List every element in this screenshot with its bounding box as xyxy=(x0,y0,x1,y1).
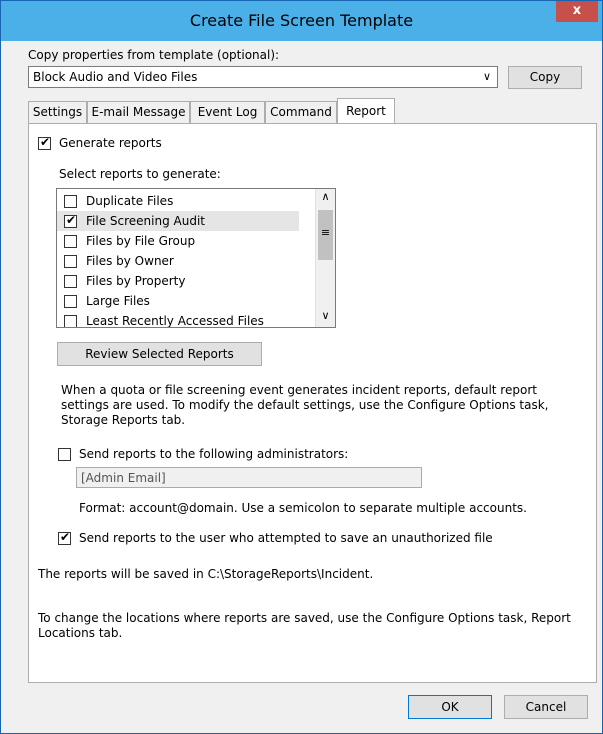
template-label: Copy properties from template (optional)… xyxy=(28,48,280,62)
generate-reports-label: Generate reports xyxy=(59,136,162,150)
scroll-thumb[interactable]: ≡ xyxy=(318,210,333,260)
tab-settings[interactable]: Settings xyxy=(28,101,87,123)
saved-location-text: The reports will be saved in C:\StorageR… xyxy=(38,567,374,581)
generate-reports-checkbox[interactable]: ✔ xyxy=(38,135,51,150)
report-checkbox[interactable] xyxy=(64,315,77,327)
reports-listbox[interactable]: Duplicate Files ✔ File Screening Audit F… xyxy=(56,188,336,328)
admin-email-input[interactable] xyxy=(77,468,421,487)
select-reports-label: Select reports to generate: xyxy=(59,167,221,181)
list-item[interactable]: Files by Property xyxy=(57,271,299,291)
dialog-window: Create File Screen Template x Copy prope… xyxy=(0,0,603,734)
close-button[interactable]: x xyxy=(556,1,598,22)
template-combobox-value: Block Audio and Video Files xyxy=(33,70,198,84)
admin-email-field[interactable] xyxy=(76,467,422,488)
scroll-up-icon[interactable]: ∧ xyxy=(316,190,335,207)
tab-email-message[interactable]: E-mail Message xyxy=(87,101,190,123)
send-user-checkbox[interactable]: ✔ xyxy=(58,530,71,545)
checkmark-icon: ✔ xyxy=(40,135,51,149)
title-bar[interactable]: Create File Screen Template x xyxy=(1,1,602,41)
send-admins-checkbox[interactable] xyxy=(58,448,71,461)
report-checkbox[interactable] xyxy=(64,195,77,208)
report-checkbox[interactable] xyxy=(64,235,77,248)
checkmark-icon: ✔ xyxy=(66,213,77,227)
scroll-down-icon[interactable]: ∨ xyxy=(316,309,335,326)
change-location-line1: To change the locations where reports ar… xyxy=(38,611,571,625)
tab-event-log[interactable]: Event Log xyxy=(190,101,265,123)
send-user-label: Send reports to the user who attempted t… xyxy=(79,531,493,545)
info-text-line2: settings are used. To modify the default… xyxy=(61,398,549,412)
report-checkbox[interactable]: ✔ xyxy=(64,213,77,228)
list-item[interactable]: Files by Owner xyxy=(57,251,299,271)
ok-button[interactable]: OK xyxy=(408,695,492,719)
report-checkbox[interactable] xyxy=(64,295,77,308)
info-text-line1: When a quota or file screening event gen… xyxy=(61,383,537,397)
list-item[interactable]: Files by File Group xyxy=(57,231,299,251)
report-checkbox[interactable] xyxy=(64,275,77,288)
report-label: Files by Property xyxy=(86,274,186,288)
window-title: Create File Screen Template xyxy=(189,11,414,30)
list-item[interactable]: ✔ File Screening Audit xyxy=(57,211,299,231)
chevron-down-icon[interactable]: ∨ xyxy=(483,70,491,83)
cancel-button[interactable]: Cancel xyxy=(504,695,588,719)
report-label: Large Files xyxy=(86,294,150,308)
report-label: Files by Owner xyxy=(86,254,174,268)
list-item[interactable]: Large Files xyxy=(57,291,299,311)
review-selected-reports-button[interactable]: Review Selected Reports xyxy=(57,342,262,366)
list-item[interactable]: Duplicate Files xyxy=(57,191,299,211)
copy-button[interactable]: Copy xyxy=(508,66,582,89)
info-text-line3: Storage Reports tab. xyxy=(61,413,186,427)
report-checkbox[interactable] xyxy=(64,255,77,268)
report-label: Duplicate Files xyxy=(86,194,174,208)
list-item[interactable]: Least Recently Accessed Files xyxy=(57,311,299,328)
change-location-line2: Locations tab. xyxy=(38,626,123,640)
checkmark-icon: ✔ xyxy=(60,530,71,544)
report-label: File Screening Audit xyxy=(86,214,205,228)
list-scrollbar[interactable]: ∧ ≡ ∨ xyxy=(315,189,335,327)
format-hint: Format: account@domain. Use a semicolon … xyxy=(79,501,527,515)
tab-command[interactable]: Command xyxy=(265,101,337,123)
report-label: Files by File Group xyxy=(86,234,196,248)
report-label: Least Recently Accessed Files xyxy=(86,314,264,328)
template-combobox[interactable]: Block Audio and Video Files ∨ xyxy=(28,66,498,88)
tab-report[interactable]: Report xyxy=(337,98,395,124)
send-admins-label: Send reports to the following administra… xyxy=(79,447,349,461)
